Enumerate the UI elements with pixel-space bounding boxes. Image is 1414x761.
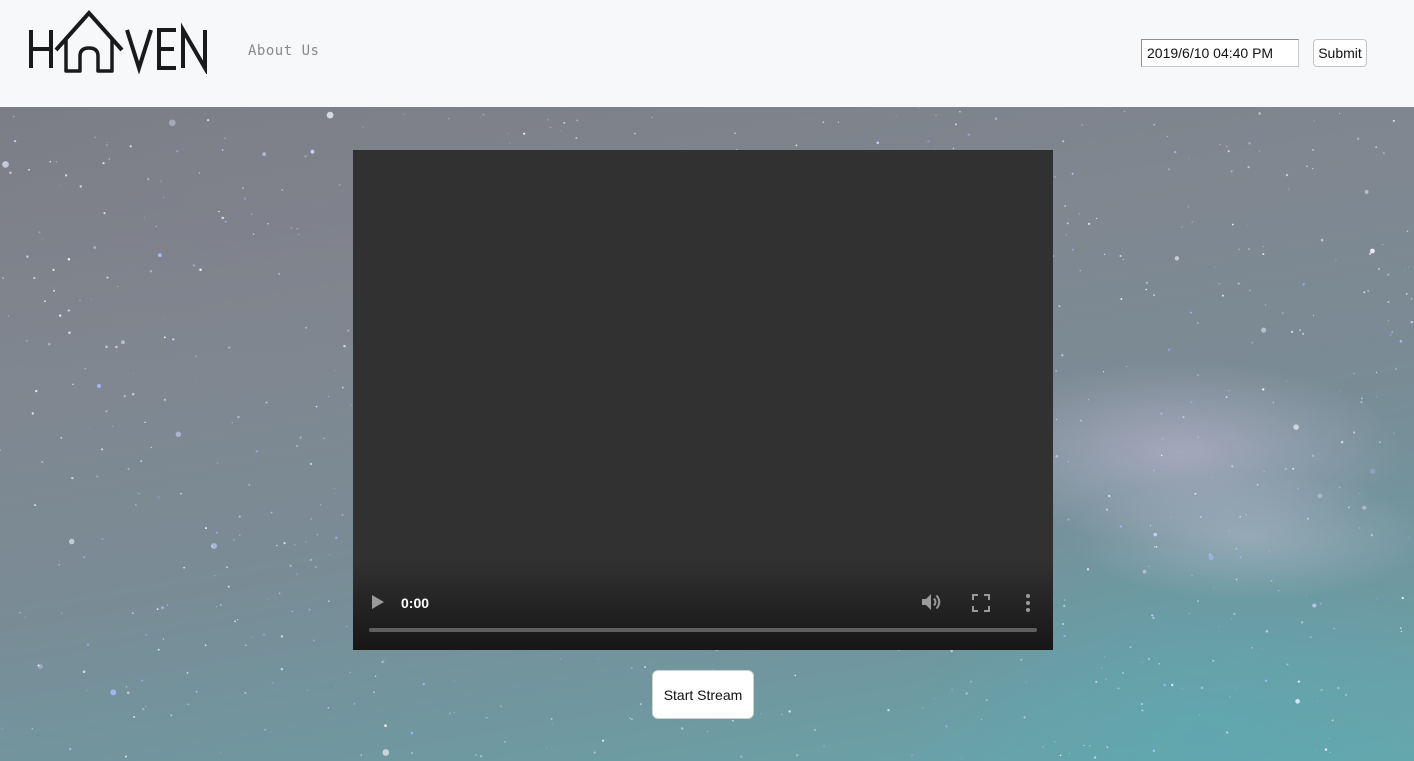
submit-button[interactable]: Submit bbox=[1313, 39, 1367, 67]
nav-about-us-link[interactable]: About Us bbox=[248, 43, 319, 59]
video-current-time: 0:00 bbox=[401, 595, 430, 611]
video-controls-bar: 0:00 bbox=[353, 560, 1053, 650]
datetime-input[interactable] bbox=[1141, 39, 1299, 67]
play-icon[interactable] bbox=[371, 594, 385, 610]
more-options-icon[interactable] bbox=[1024, 593, 1032, 613]
starfield-background: 0:00 Start Stream bbox=[0, 107, 1414, 761]
fullscreen-icon[interactable] bbox=[972, 594, 990, 612]
video-seek-bar[interactable] bbox=[369, 628, 1037, 632]
start-stream-button[interactable]: Start Stream bbox=[652, 670, 754, 719]
top-header: About Us Submit bbox=[0, 0, 1414, 107]
haven-logo[interactable] bbox=[28, 10, 210, 74]
video-player[interactable]: 0:00 bbox=[353, 150, 1053, 650]
volume-icon[interactable] bbox=[921, 592, 943, 612]
